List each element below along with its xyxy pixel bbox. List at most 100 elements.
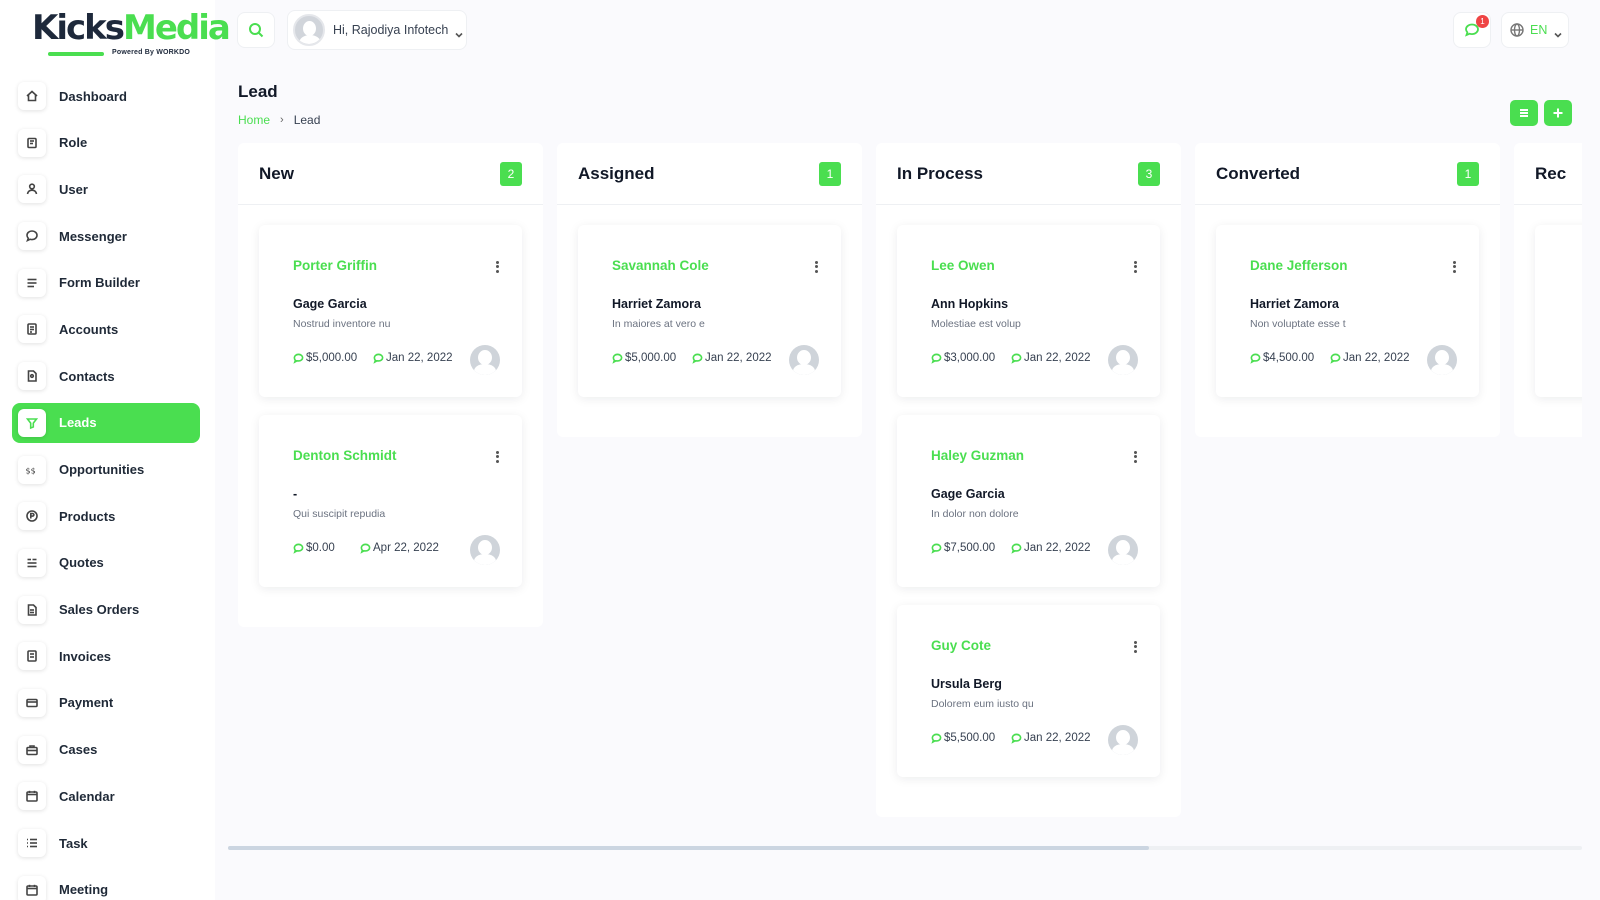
- lead-date-value: Jan 22, 2022: [1024, 542, 1091, 554]
- logo[interactable]: KicksMedia Powered By WORKDO: [32, 8, 231, 60]
- more-options-icon[interactable]: [1132, 259, 1138, 275]
- sidebar-item-products[interactable]: Products: [12, 496, 200, 536]
- lead-name-link[interactable]: Haley Guzman: [931, 448, 1024, 463]
- column-count-badge: 3: [1138, 161, 1160, 186]
- lead-card[interactable]: [1535, 225, 1582, 397]
- sidebar-item-dashboard[interactable]: Dashboard: [12, 76, 200, 116]
- comment-icon: [373, 353, 384, 364]
- lead-date: Jan 22, 2022: [692, 352, 772, 364]
- sidebar-item-label: Payment: [59, 695, 114, 711]
- assignee-avatar[interactable]: [470, 535, 500, 565]
- sidebar-item-leads[interactable]: Leads: [12, 402, 200, 443]
- sidebar-item-label: Products: [59, 508, 116, 524]
- invoices-icon: [18, 642, 46, 671]
- lead-card[interactable]: Guy Cote Ursula Berg Dolorem eum iusto qu $…: [897, 605, 1160, 777]
- add-lead-button[interactable]: [1544, 100, 1572, 126]
- lead-name-link[interactable]: Lee Owen: [931, 258, 995, 273]
- sidebar-item-quotes[interactable]: Quotes: [12, 543, 200, 583]
- logo-part-kicks: Kicks: [32, 8, 125, 48]
- comment-icon: [1011, 543, 1022, 554]
- more-options-icon[interactable]: [494, 449, 500, 465]
- lead-card[interactable]: Savannah Cole Harriet Zamora In maiores at…: [578, 225, 841, 397]
- more-options-icon[interactable]: [494, 259, 500, 275]
- assignee-avatar[interactable]: [470, 345, 500, 375]
- lead-amount: $3,000.00: [931, 352, 995, 364]
- payment-icon: [18, 688, 46, 717]
- lead-company: Ann Hopkins: [931, 297, 1009, 311]
- sidebar-item-accounts[interactable]: Accounts: [12, 309, 200, 349]
- lead-card[interactable]: Dane Jefferson Harriet Zamora Non voluptat…: [1216, 225, 1479, 397]
- sidebar-item-contacts[interactable]: Contacts: [12, 356, 200, 396]
- assignee-avatar[interactable]: [1427, 345, 1457, 375]
- sidebar-item-invoices[interactable]: Invoices: [12, 636, 200, 676]
- contacts-icon: [18, 362, 46, 391]
- lead-date-value: Jan 22, 2022: [386, 352, 453, 364]
- assignee-avatar[interactable]: [789, 345, 819, 375]
- user-icon: [18, 175, 46, 204]
- task-icon: [18, 829, 46, 857]
- language-button[interactable]: EN: [1501, 12, 1569, 48]
- lead-note: In maiores at vero e: [612, 318, 705, 330]
- column-title: Assigned: [578, 163, 655, 183]
- assignee-avatar[interactable]: [1108, 725, 1138, 755]
- sidebar-item-meeting[interactable]: Meeting: [12, 870, 200, 900]
- search-icon: [249, 23, 264, 38]
- search-button[interactable]: [237, 12, 275, 48]
- lead-amount: $5,000.00: [293, 352, 357, 364]
- lead-name-link[interactable]: Savannah Cole: [612, 258, 709, 273]
- lead-card[interactable]: Haley Guzman Gage Garcia In dolor non dolo…: [897, 415, 1160, 587]
- more-options-icon[interactable]: [1132, 449, 1138, 465]
- lead-card[interactable]: Porter Griffin Gage Garcia Nostrud invento…: [259, 225, 522, 397]
- sidebar-item-user[interactable]: User: [12, 169, 200, 209]
- sidebar-item-role[interactable]: Role: [12, 123, 200, 163]
- user-menu-button[interactable]: Hi, Rajodiya Infotech: [287, 10, 467, 50]
- sidebar-item-payment[interactable]: Payment: [12, 683, 200, 723]
- scrollbar-thumb[interactable]: [228, 846, 1149, 850]
- more-options-icon[interactable]: [1451, 259, 1457, 275]
- page-title: Lead: [238, 82, 278, 101]
- sidebar-item-form-builder[interactable]: Form Builder: [12, 263, 200, 303]
- more-options-icon[interactable]: [813, 259, 819, 275]
- lead-name-link[interactable]: Dane Jefferson: [1250, 258, 1348, 273]
- lead-amount: $5,500.00: [931, 732, 995, 744]
- sidebar: KicksMedia Powered By WORKDO Dashboard Ro…: [0, 0, 231, 900]
- lead-card[interactable]: Lee Owen Ann Hopkins Molestiae est volup $3…: [897, 225, 1160, 397]
- lead-name-link[interactable]: Porter Griffin: [293, 258, 377, 273]
- lead-date: Jan 22, 2022: [1330, 352, 1410, 364]
- column-header: Rec: [1514, 143, 1582, 205]
- cases-icon: [18, 735, 46, 764]
- lead-date-value: Jan 22, 2022: [1024, 352, 1091, 364]
- horizontal-scrollbar[interactable]: [228, 846, 1582, 850]
- language-code: EN: [1530, 23, 1548, 37]
- lead-name-link[interactable]: Guy Cote: [931, 638, 991, 653]
- assignee-avatar[interactable]: [1108, 535, 1138, 565]
- sidebar-item-task[interactable]: Task: [12, 823, 200, 863]
- sidebar-item-messenger[interactable]: Messenger: [12, 216, 200, 256]
- list-view-button[interactable]: [1510, 100, 1538, 126]
- lead-note: Molestiae est volup: [931, 318, 1021, 330]
- lead-note: Dolorem eum iusto qu: [931, 698, 1034, 710]
- comment-icon: [293, 543, 304, 554]
- sidebar-item-opportunities[interactable]: $$ Opportunities: [12, 450, 200, 490]
- sidebar-item-calendar[interactable]: Calendar: [12, 776, 200, 816]
- lead-note: In dolor non dolore: [931, 508, 1019, 520]
- lead-date: Jan 22, 2022: [1011, 732, 1091, 744]
- lead-name-link[interactable]: Denton Schmidt: [293, 448, 397, 463]
- column-count-badge: 1: [1457, 161, 1479, 186]
- sidebar-item-label: Calendar: [59, 788, 115, 804]
- sidebar-item-cases[interactable]: Cases: [12, 730, 200, 770]
- notification-badge: 1: [1476, 15, 1489, 28]
- logo-underline: [48, 52, 104, 56]
- assignee-avatar[interactable]: [1108, 345, 1138, 375]
- sidebar-item-label: User: [59, 181, 88, 197]
- lead-card[interactable]: Denton Schmidt - Qui suscipit repudia $0.00…: [259, 415, 522, 587]
- quotes-icon: [18, 548, 46, 577]
- messages-button[interactable]: 1: [1453, 12, 1491, 48]
- lead-amount-value: $7,500.00: [944, 542, 996, 554]
- more-options-icon[interactable]: [1132, 639, 1138, 655]
- sidebar-item-sales-orders[interactable]: Sales Orders: [12, 590, 200, 630]
- kanban-board: New 2 Porter Griffin Gage Garcia Nostrud inv…: [238, 143, 1582, 843]
- plus-icon: [1553, 108, 1563, 118]
- breadcrumb-home-link[interactable]: Home: [238, 113, 270, 127]
- sidebar-item-label: Invoices: [59, 648, 112, 664]
